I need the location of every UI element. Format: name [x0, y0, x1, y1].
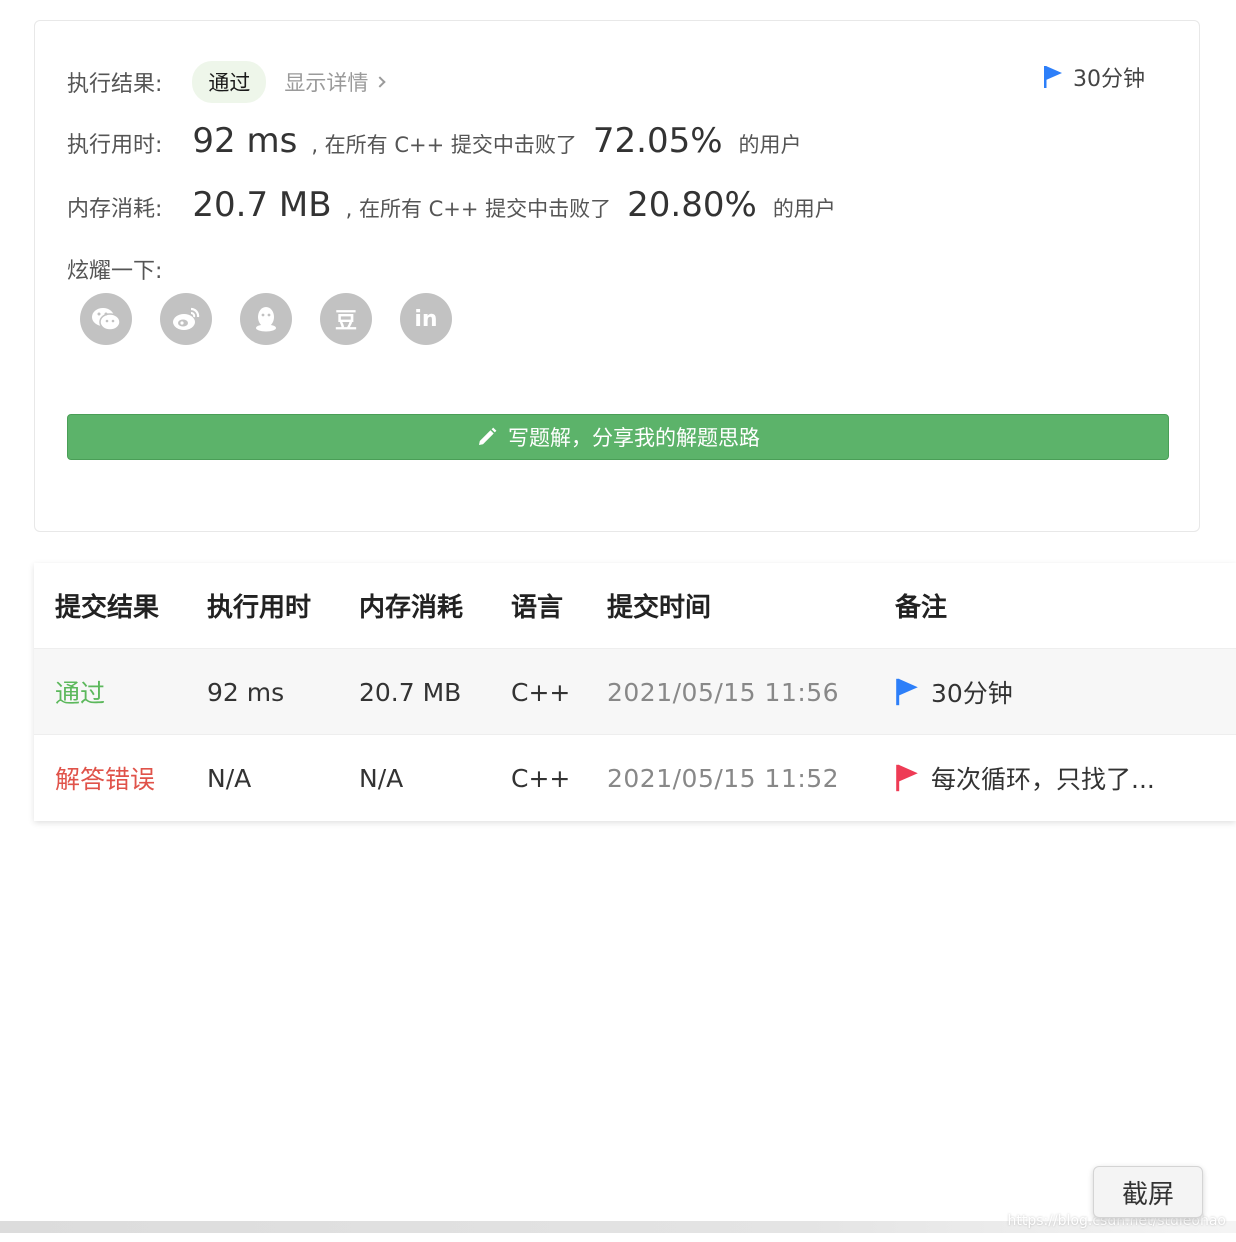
wechat-icon[interactable] — [80, 293, 132, 345]
submission-result-card: 执行结果: 通过 显示详情 30分钟 执行用时: 92 ms , 在所有 C++… — [34, 20, 1200, 532]
submissions-table: 提交结果 执行用时 内存消耗 语言 提交时间 备注 通过 92 ms 20.7 … — [34, 563, 1236, 821]
write-solution-button[interactable]: 写题解，分享我的解题思路 — [67, 414, 1169, 460]
row-note[interactable]: 30分钟 — [895, 674, 1013, 710]
blue-flag-icon — [895, 677, 919, 707]
runtime-label: 执行用时: — [67, 133, 163, 158]
header-status: 提交结果 — [55, 593, 160, 623]
memory-value: 20.7 MB — [192, 185, 332, 225]
share-icons: 豆 in — [80, 293, 452, 345]
memory-tail-text: 的用户 — [772, 197, 836, 221]
blue-flag-icon — [1043, 65, 1063, 89]
share-label: 炫耀一下: — [67, 259, 163, 284]
status-badge: 通过 — [192, 61, 267, 103]
runtime-tail-text: 的用户 — [738, 133, 802, 157]
row-status-link[interactable]: 解答错误 — [55, 760, 155, 796]
memory-middle-text: , 在所有 C++ 提交中击败了 — [345, 197, 612, 221]
runtime-percent: 72.05% — [592, 121, 723, 161]
memory-percent: 20.80% — [627, 185, 757, 225]
chevron-right-icon — [374, 76, 387, 88]
runtime-row: 执行用时: 92 ms , 在所有 C++ 提交中击败了 72.05% 的用户 — [67, 121, 802, 161]
result-row: 执行结果: 通过 显示详情 — [67, 61, 387, 103]
show-details-label: 显示详情 — [284, 71, 369, 95]
table-row[interactable]: 通过 92 ms 20.7 MB C++ 2021/05/15 11:56 30… — [34, 648, 1236, 735]
table-header: 提交结果 执行用时 内存消耗 语言 提交时间 备注 — [34, 563, 1236, 648]
screenshot-button[interactable]: 截屏 — [1093, 1166, 1203, 1218]
row-language: C++ — [511, 677, 571, 707]
row-memory: 20.7 MB — [359, 677, 462, 707]
result-label: 执行结果: — [67, 72, 163, 97]
red-flag-icon — [895, 763, 919, 793]
header-memory: 内存消耗 — [359, 593, 464, 623]
memory-row: 内存消耗: 20.7 MB , 在所有 C++ 提交中击败了 20.80% 的用… — [67, 185, 836, 225]
show-details-link[interactable]: 显示详情 — [284, 67, 387, 97]
header-submit-time: 提交时间 — [607, 593, 712, 623]
pencil-icon — [479, 427, 497, 445]
row-status-link[interactable]: 通过 — [55, 674, 105, 710]
header-note: 备注 — [895, 593, 948, 623]
row-memory: N/A — [359, 763, 404, 793]
linkedin-icon[interactable]: in — [400, 293, 452, 345]
note-tag-text: 30分钟 — [1073, 67, 1145, 92]
header-runtime: 执行用时 — [207, 593, 312, 623]
douban-icon[interactable]: 豆 — [320, 293, 372, 345]
row-note-text: 每次循环，只找了... — [931, 765, 1155, 794]
share-row: 炫耀一下: — [67, 253, 162, 285]
weibo-icon[interactable] — [160, 293, 212, 345]
table-row[interactable]: 解答错误 N/A N/A C++ 2021/05/15 11:52 每次循环，只… — [34, 734, 1236, 821]
row-runtime: N/A — [207, 763, 252, 793]
write-solution-label: 写题解，分享我的解题思路 — [508, 426, 760, 450]
memory-label: 内存消耗: — [67, 197, 163, 222]
row-submit-time: 2021/05/15 11:56 — [607, 677, 840, 707]
row-runtime: 92 ms — [207, 677, 285, 707]
runtime-middle-text: , 在所有 C++ 提交中击败了 — [311, 133, 577, 157]
row-note[interactable]: 每次循环，只找了... — [895, 760, 1155, 796]
runtime-value: 92 ms — [192, 121, 298, 161]
note-tag[interactable]: 30分钟 — [1043, 61, 1145, 93]
row-submit-time: 2021/05/15 11:52 — [607, 763, 840, 793]
header-language: 语言 — [511, 593, 564, 623]
qq-icon[interactable] — [240, 293, 292, 345]
row-language: C++ — [511, 763, 571, 793]
row-note-text: 30分钟 — [931, 679, 1013, 708]
